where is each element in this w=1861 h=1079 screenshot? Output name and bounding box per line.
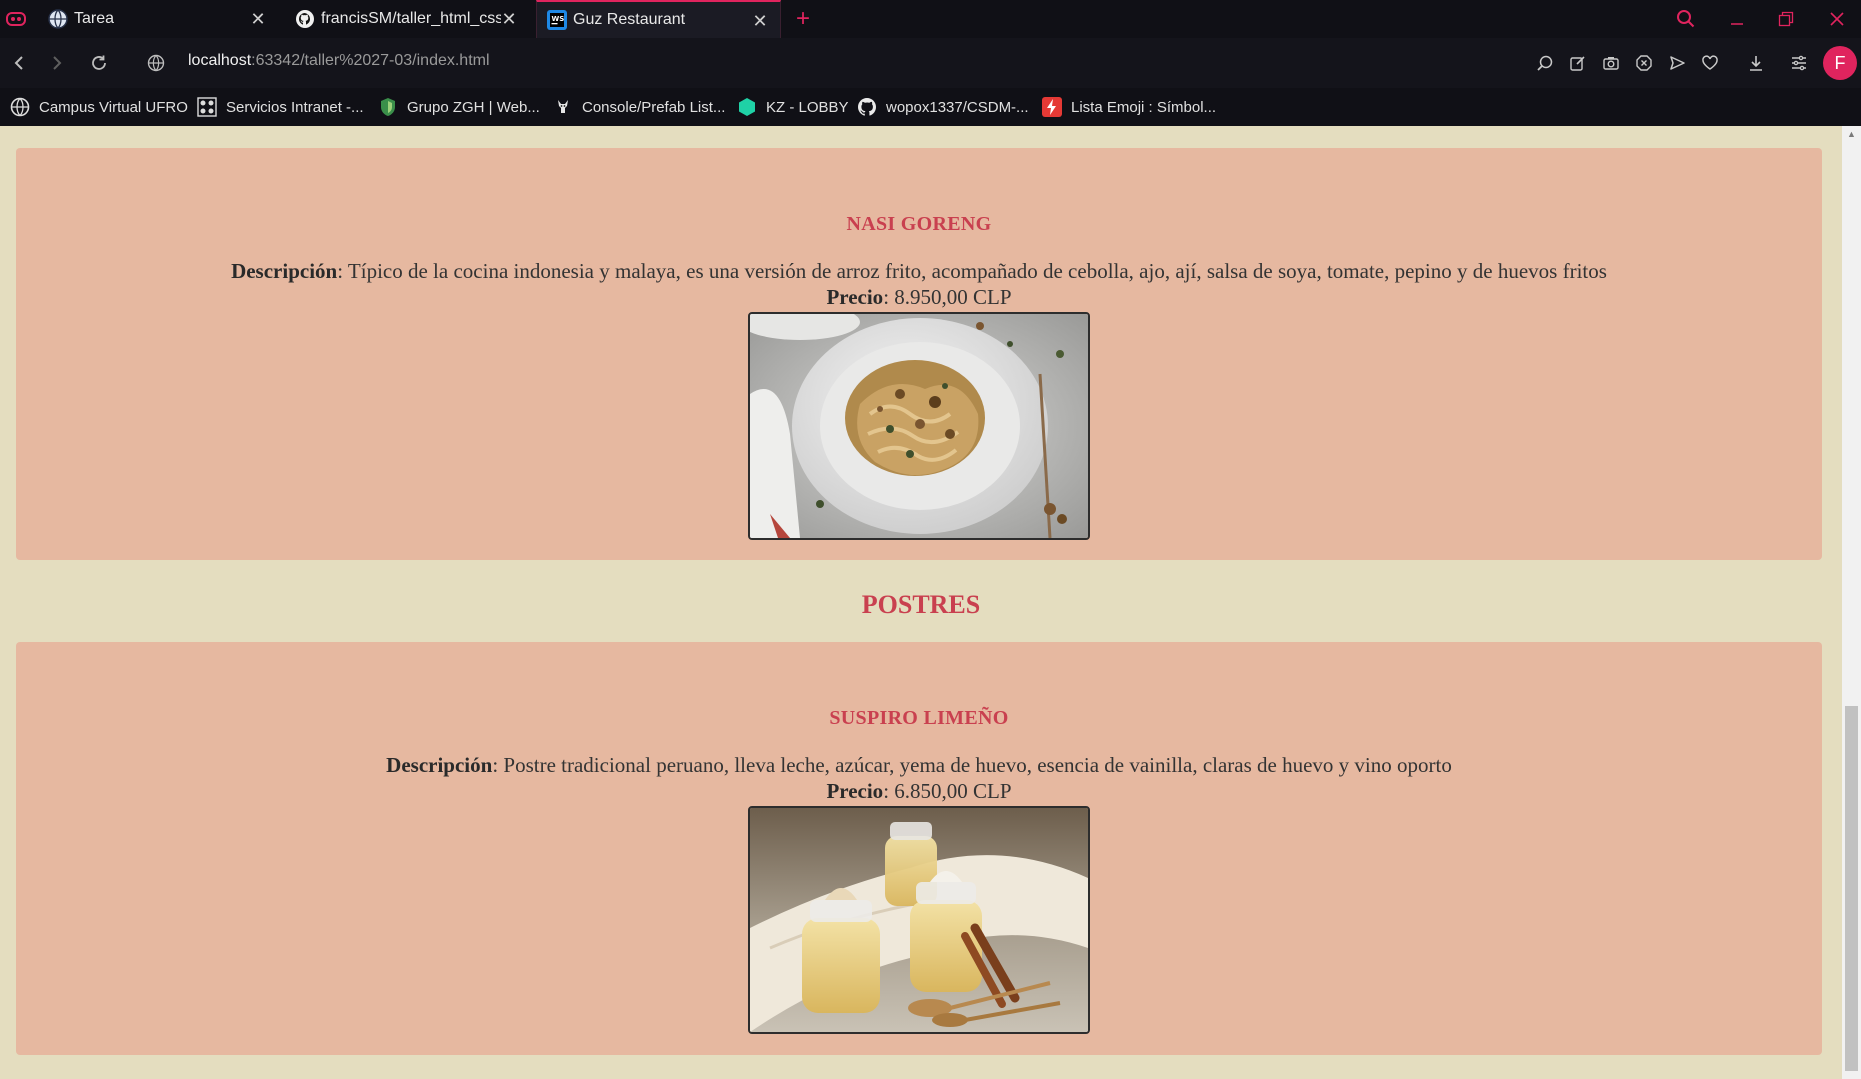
price-label: Precio <box>826 779 884 803</box>
scrollbar-thumb[interactable] <box>1845 706 1858 1071</box>
minimize-icon[interactable] <box>1722 6 1752 32</box>
moodle-globe-icon <box>48 9 68 29</box>
back-icon[interactable] <box>6 50 32 76</box>
shield-icon <box>378 97 398 117</box>
tab-tarea[interactable]: Tarea ✕ <box>38 0 278 38</box>
url-field[interactable]: localhost:63342/taller%2027-03/index.htm… <box>188 52 490 70</box>
browser-chrome: Tarea ✕ francisSM/taller_html_css: T ✕ W… <box>0 0 1861 126</box>
webstorm-icon: WS <box>547 10 567 30</box>
goat-icon <box>553 97 573 117</box>
nasi-goreng-photo <box>748 312 1090 540</box>
price-label: Precio <box>826 285 884 309</box>
bookmark-campus-virtual[interactable]: Campus Virtual UFRO <box>10 96 188 118</box>
svg-text:WS: WS <box>552 15 565 23</box>
bookmarks-bar: Campus Virtual UFRO Servicios Intranet -… <box>0 88 1861 126</box>
adblock-icon[interactable] <box>1631 50 1657 76</box>
tab-github[interactable]: francisSM/taller_html_css: T ✕ <box>285 0 529 38</box>
new-tab-button[interactable]: + <box>790 6 816 32</box>
dish-name: NASI GORENG <box>846 213 992 235</box>
close-window-icon[interactable] <box>1822 6 1852 32</box>
tab-bar: Tarea ✕ francisSM/taller_html_css: T ✕ W… <box>0 0 1861 38</box>
grid-icon <box>197 97 217 117</box>
tab-title: francisSM/taller_html_css: T <box>321 10 501 27</box>
bookmark-wopox1337[interactable]: wopox1337/CSDM-... <box>857 96 1029 118</box>
dish-description: Descripción: Postre tradicional peruano,… <box>16 752 1822 778</box>
bookmark-console-prefab[interactable]: Console/Prefab List... <box>553 96 725 118</box>
send-icon[interactable] <box>1664 50 1690 76</box>
dish-description: Descripción: Típico de la cocina indones… <box>16 258 1822 284</box>
bookmark-label: wopox1337/CSDM-... <box>886 98 1029 116</box>
description-label: Descripción <box>231 259 338 283</box>
description-label: Descripción <box>386 753 493 777</box>
suspiro-limeno-photo <box>748 806 1090 1034</box>
page-scrollbar[interactable]: ▲ <box>1842 126 1861 1079</box>
close-icon[interactable]: ✕ <box>248 9 268 29</box>
forward-icon[interactable] <box>44 50 70 76</box>
profile-avatar[interactable]: F <box>1823 46 1857 80</box>
dish-card-suspiro-limeno: SUSPIRO LIMEÑO Descripción: Postre tradi… <box>16 642 1822 1055</box>
bookmark-label: Grupo ZGH | Web... <box>407 98 540 116</box>
download-icon[interactable] <box>1743 50 1769 76</box>
dish-price: Precio: 8.950,00 CLP <box>16 284 1822 310</box>
url-host: localhost <box>188 52 252 69</box>
close-icon[interactable]: ✕ <box>499 9 519 29</box>
bookmark-kz-lobby[interactable]: KZ - LOBBY <box>737 96 849 118</box>
bookmark-label: Console/Prefab List... <box>582 98 726 116</box>
dish-name: SUSPIRO LIMEÑO <box>829 707 1009 729</box>
bookmark-label: Servicios Intranet -... <box>226 98 364 116</box>
price-text: : 8.950,00 CLP <box>883 285 1012 309</box>
globe-icon <box>10 97 30 117</box>
site-info-globe-icon[interactable] <box>143 50 169 76</box>
url-path: :63342/taller%2027-03/index.html <box>251 52 490 69</box>
bookmark-label: Campus Virtual UFRO <box>39 98 188 116</box>
bookmark-grupo-zgh[interactable]: Grupo ZGH | Web... <box>378 96 540 118</box>
tab-guz-restaurant[interactable]: WS Guz Restaurant ✕ <box>536 0 781 38</box>
zoom-search-icon[interactable] <box>1532 50 1558 76</box>
opera-logo-icon[interactable] <box>6 9 26 29</box>
camera-icon[interactable] <box>1598 50 1624 76</box>
heart-icon[interactable] <box>1697 50 1723 76</box>
hexagon-icon <box>737 97 757 117</box>
description-text: : Postre tradicional peruano, lleva lech… <box>492 753 1452 777</box>
reload-icon[interactable] <box>86 50 112 76</box>
section-title-postres: POSTRES <box>861 590 981 619</box>
bookmark-servicios-intranet[interactable]: Servicios Intranet -... <box>197 96 364 118</box>
github-icon <box>295 9 315 29</box>
tab-title: Tarea <box>74 10 115 27</box>
bolt-icon <box>1042 97 1062 117</box>
easy-setup-icon[interactable] <box>1786 50 1812 76</box>
description-text: : Típico de la cocina indonesia y malaya… <box>337 259 1607 283</box>
dish-card-nasi-goreng: NASI GORENG Descripción: Típico de la co… <box>16 148 1822 560</box>
page-viewport: NASI GORENG Descripción: Típico de la co… <box>0 126 1842 1079</box>
dish-price: Precio: 6.850,00 CLP <box>16 778 1822 804</box>
address-bar: localhost:63342/taller%2027-03/index.htm… <box>0 38 1861 88</box>
github-icon <box>857 97 877 117</box>
edit-share-icon[interactable] <box>1565 50 1591 76</box>
close-icon[interactable]: ✕ <box>750 11 770 31</box>
bookmark-lista-emoji[interactable]: Lista Emoji : Símbol... <box>1042 96 1216 118</box>
bookmark-label: Lista Emoji : Símbol... <box>1071 98 1217 116</box>
restore-icon[interactable] <box>1771 6 1801 32</box>
price-text: : 6.850,00 CLP <box>883 779 1012 803</box>
bookmark-label: KZ - LOBBY <box>766 98 849 116</box>
tab-search-icon[interactable] <box>1671 6 1701 32</box>
tab-title: Guz Restaurant <box>573 11 686 28</box>
scroll-up-icon[interactable]: ▲ <box>1842 126 1861 142</box>
